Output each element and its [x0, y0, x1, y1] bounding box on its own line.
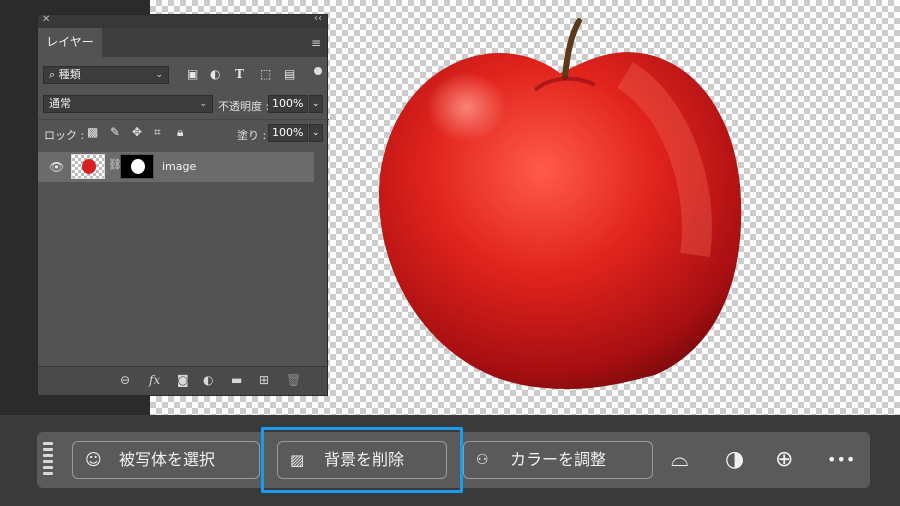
fill-label: 塗り :: [237, 129, 267, 142]
pixel-filter-icon[interactable]: ▣: [187, 67, 198, 81]
close-icon[interactable]: ✕: [42, 14, 50, 25]
drag-handle-icon[interactable]: [43, 442, 53, 478]
search-icon: ⌕: [49, 68, 56, 81]
adjustment-layer-icon[interactable]: ◐: [203, 373, 213, 387]
add-image-icon[interactable]: ⊕: [775, 446, 793, 474]
panel-titlebar: ✕ ‹‹: [38, 13, 327, 28]
group-folder-icon[interactable]: ▬: [231, 373, 242, 387]
layers-panel: ✕ ‹‹ レイヤー ≡ ⌕ 種類 ⌄ ▣ ◐ T ⬚ ▤ 通常 ⌄ 不透明度 :…: [37, 13, 329, 396]
select-subject-icon: ☺: [85, 450, 102, 469]
layer-filter-select[interactable]: ⌕ 種類 ⌄: [43, 66, 169, 84]
filter-toggle[interactable]: [314, 67, 322, 75]
layer-name[interactable]: image: [162, 160, 196, 173]
panel-menu-icon[interactable]: ≡: [311, 36, 321, 50]
add-mask-icon[interactable]: ◙: [177, 373, 189, 387]
blend-mode-value: 通常: [49, 97, 71, 110]
filter-value: 種類: [58, 68, 81, 81]
lock-label: ロック :: [44, 129, 85, 142]
panel-tabbar: レイヤー ≡: [38, 28, 327, 57]
adjustment-filter-icon[interactable]: ◐: [210, 67, 220, 81]
path-tool-icon[interactable]: ⌓: [671, 446, 688, 474]
type-filter-icon[interactable]: T: [235, 67, 244, 81]
adjust-color-icon: ⚇: [476, 452, 489, 468]
blend-row: 通常 ⌄ 不透明度 : 100% ⌄: [38, 94, 329, 116]
lock-transparent-pixels-icon[interactable]: ▩: [87, 125, 98, 139]
divider: [38, 119, 329, 120]
fx-icon[interactable]: fx: [149, 373, 160, 387]
lock-row: ロック : ▩ ✎ ✥ ⌗ 🔒︎ 塗り : 100% ⌄: [38, 123, 329, 145]
lock-artboard-icon[interactable]: ⌗: [154, 125, 161, 140]
adjust-color-button[interactable]: ⚇ カラーを調整: [463, 441, 653, 479]
new-layer-icon[interactable]: ⊞: [259, 373, 269, 387]
chevron-down-icon: ⌄: [199, 99, 207, 109]
chevron-down-icon: ⌄: [155, 70, 163, 80]
layer-row[interactable]: 👁︎ ⛓︎ image: [38, 152, 314, 182]
trash-icon[interactable]: 🗑︎: [286, 373, 301, 387]
adjust-color-label: カラーを調整: [510, 450, 607, 469]
opacity-field[interactable]: 100%: [268, 95, 308, 113]
shape-filter-icon[interactable]: ⬚: [260, 67, 271, 81]
highlight-box: [261, 427, 463, 493]
select-subject-button[interactable]: ☺ 被写体を選択: [72, 441, 260, 479]
layer-mask-thumbnail[interactable]: [120, 154, 154, 179]
smart-object-filter-icon[interactable]: ▤: [284, 67, 295, 81]
collapse-icon[interactable]: ‹‹: [314, 13, 322, 24]
blend-mode-select[interactable]: 通常 ⌄: [43, 95, 213, 113]
tab-layers[interactable]: レイヤー: [38, 28, 102, 57]
lock-image-pixels-icon[interactable]: ✎: [110, 125, 120, 139]
link-layers-icon[interactable]: ⊖: [120, 373, 130, 387]
panel-footer: ⊖ fx ◙ ◐ ▬ ⊞ 🗑︎: [38, 366, 327, 395]
opacity-label: 不透明度 :: [218, 100, 270, 113]
lock-all-icon[interactable]: 🔒︎: [177, 125, 183, 140]
eye-icon[interactable]: 👁︎: [49, 160, 64, 174]
apple-image: [378, 18, 742, 390]
layer-thumbnail[interactable]: [71, 154, 105, 179]
more-options-icon[interactable]: •••: [827, 446, 855, 474]
fill-dropdown[interactable]: ⌄: [309, 124, 323, 142]
fill-field[interactable]: 100%: [268, 124, 308, 142]
select-subject-label: 被写体を選択: [119, 450, 216, 469]
adjustment-circle-icon[interactable]: ◑: [725, 446, 744, 474]
filter-row: ⌕ 種類 ⌄ ▣ ◐ T ⬚ ▤: [38, 65, 329, 87]
opacity-dropdown[interactable]: ⌄: [309, 95, 323, 113]
lock-position-icon[interactable]: ✥: [132, 125, 142, 139]
